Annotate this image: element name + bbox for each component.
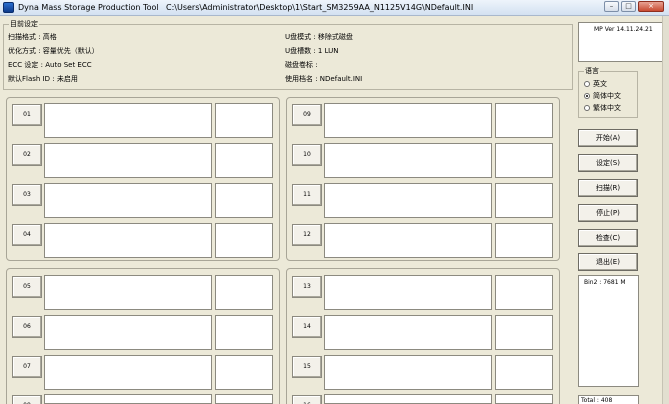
- slot-04-button[interactable]: 04: [12, 224, 42, 246]
- stop-button[interactable]: 停止(P): [578, 204, 638, 222]
- current-settings-title: 目前设定: [9, 20, 39, 28]
- slot-07-info: [215, 355, 273, 390]
- slot-02-info: [215, 143, 273, 178]
- slot-11-status: [324, 183, 492, 218]
- total-text: Total : 408: [581, 397, 613, 404]
- slot-11-button[interactable]: 11: [292, 184, 322, 206]
- slot-12-info: [495, 223, 553, 258]
- slot-14-button[interactable]: 14: [292, 316, 322, 338]
- udisk-slots-label: U盘槽数 : 1 LUN: [285, 47, 339, 55]
- check-button[interactable]: 检查(C): [578, 229, 638, 247]
- window-right-edge: [662, 16, 669, 404]
- slot-01-status: [44, 103, 212, 138]
- slot-02-button[interactable]: 02: [12, 144, 42, 166]
- slot-14-status: [324, 315, 492, 350]
- slot-05-status: [44, 275, 212, 310]
- app-icon: [3, 2, 14, 13]
- window-title: Dyna Mass Storage Production Tool: [18, 3, 159, 12]
- slot-15-button[interactable]: 15: [292, 356, 322, 378]
- language-traditional-label: 繁体中文: [593, 104, 621, 112]
- start-button[interactable]: 开始(A): [578, 129, 638, 147]
- version-text: MP Ver 14.11.24.21: [594, 26, 653, 33]
- slot-10-status: [324, 143, 492, 178]
- slot-07-status: [44, 355, 212, 390]
- bin-box: Bin2 : 7681 M: [578, 275, 639, 387]
- language-english-radio[interactable]: [584, 81, 590, 87]
- minimize-button[interactable]: –: [604, 1, 619, 12]
- slot-06-info: [215, 315, 273, 350]
- disk-label-label: 磁盘卷标 :: [285, 61, 318, 69]
- language-traditional-radio[interactable]: [584, 105, 590, 111]
- slot-08-button[interactable]: 08: [12, 395, 42, 404]
- settings-button[interactable]: 设定(S): [578, 154, 638, 172]
- ini-file-label: 使用档名 : NDefault.INI: [285, 75, 363, 83]
- slot-12-status: [324, 223, 492, 258]
- slot-12-button[interactable]: 12: [292, 224, 322, 246]
- slot-13-button[interactable]: 13: [292, 276, 322, 298]
- slot-10-info: [495, 143, 553, 178]
- slot-05-info: [215, 275, 273, 310]
- window-path: C:\Users\Administrator\Desktop\1\Start_S…: [166, 3, 474, 12]
- slot-03-button[interactable]: 03: [12, 184, 42, 206]
- slot-03-info: [215, 183, 273, 218]
- maximize-button[interactable]: □: [621, 1, 636, 12]
- slot-05-button[interactable]: 05: [12, 276, 42, 298]
- slot-15-info: [495, 355, 553, 390]
- language-group: 语言 英文 简体中文 繁体中文: [578, 67, 638, 118]
- udisk-mode-label: U盘模式 : 移除式磁盘: [285, 33, 353, 41]
- language-title: 语言: [584, 67, 600, 75]
- exit-button[interactable]: 退出(E): [578, 253, 638, 271]
- slot-06-status: [44, 315, 212, 350]
- slot-13-info: [495, 275, 553, 310]
- slot-08-status: [44, 394, 212, 404]
- slot-15-status: [324, 355, 492, 390]
- slot-02-status: [44, 143, 212, 178]
- slot-06-button[interactable]: 06: [12, 316, 42, 338]
- slot-08-info: [215, 394, 273, 404]
- flash-id-label: 默认Flash ID : 未启用: [8, 75, 78, 83]
- slot-16-button[interactable]: 16: [292, 395, 322, 404]
- slot-09-info: [495, 103, 553, 138]
- slot-09-button[interactable]: 09: [292, 104, 322, 126]
- total-box: Total : 408: [578, 395, 639, 404]
- slot-04-status: [44, 223, 212, 258]
- slot-16-status: [324, 394, 492, 404]
- scan-button[interactable]: 扫描(R): [578, 179, 638, 197]
- language-english-label: 英文: [593, 80, 607, 88]
- close-button[interactable]: ×: [638, 1, 664, 12]
- language-simplified-radio[interactable]: [584, 93, 590, 99]
- language-simplified-label: 简体中文: [593, 92, 621, 100]
- slot-14-info: [495, 315, 553, 350]
- title-bar: Dyna Mass Storage Production Tool C:\Use…: [0, 0, 669, 16]
- optimize-mode-label: 优化方式 : 容量优先（默认）: [8, 47, 99, 55]
- slot-03-status: [44, 183, 212, 218]
- slot-01-button[interactable]: 01: [12, 104, 42, 126]
- slot-01-info: [215, 103, 273, 138]
- bin-text: Bin2 : 7681 M: [584, 279, 626, 286]
- slot-10-button[interactable]: 10: [292, 144, 322, 166]
- slot-09-status: [324, 103, 492, 138]
- version-box: MP Ver 14.11.24.21: [578, 22, 665, 62]
- slot-11-info: [495, 183, 553, 218]
- ecc-setting-label: ECC 设定 : Auto Set ECC: [8, 61, 92, 69]
- slot-07-button[interactable]: 07: [12, 356, 42, 378]
- slot-16-info: [495, 394, 553, 404]
- slot-04-info: [215, 223, 273, 258]
- slot-13-status: [324, 275, 492, 310]
- scan-format-label: 扫描格式 : 高格: [8, 33, 57, 41]
